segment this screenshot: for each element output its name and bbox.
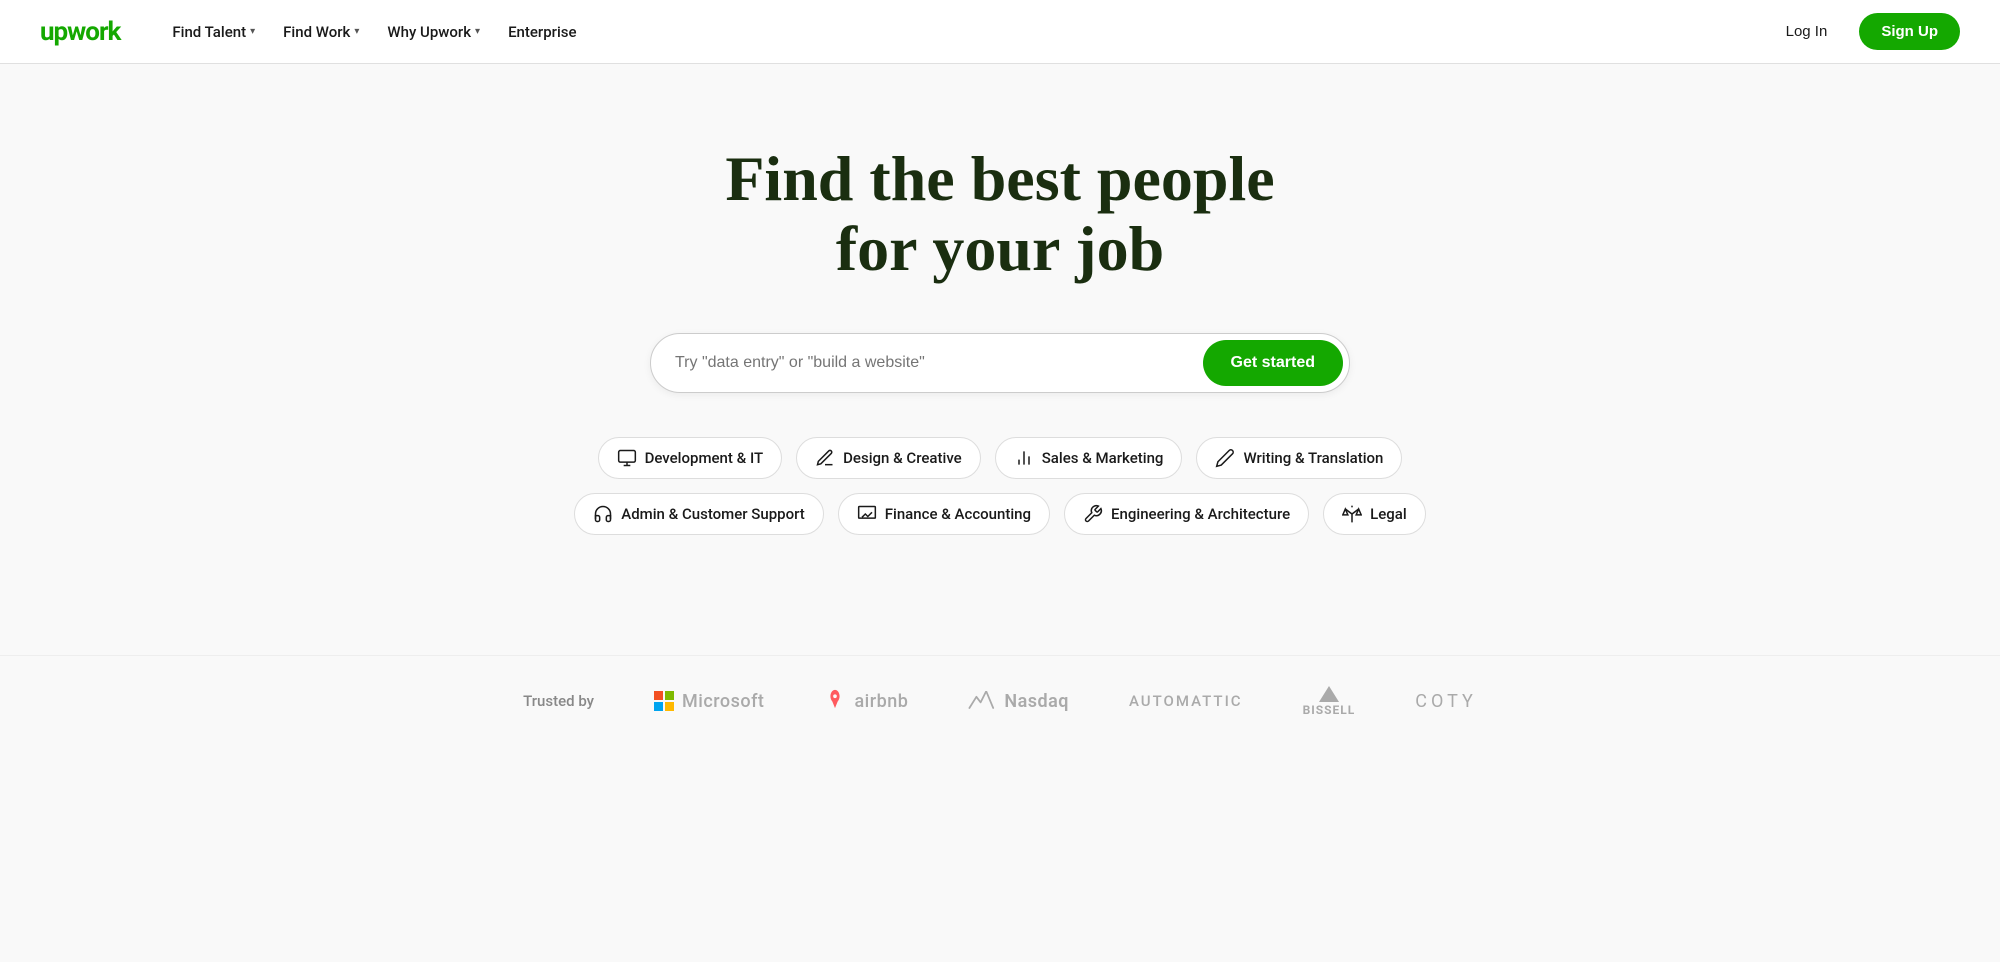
get-started-button[interactable]: Get started: [1203, 340, 1343, 386]
nasdaq-logo: Nasdaq: [968, 691, 1069, 712]
category-finance-accounting[interactable]: Finance & Accounting: [838, 493, 1050, 535]
trusted-section: Trusted by Microsoft airbnb: [0, 655, 2000, 747]
airbnb-logo: airbnb: [824, 688, 908, 715]
category-legal[interactable]: Legal: [1323, 493, 1426, 535]
nav-enterprise[interactable]: Enterprise: [496, 15, 588, 49]
microsoft-logo: Microsoft: [654, 691, 764, 712]
chevron-down-icon: ▾: [250, 26, 255, 37]
trending-icon: [857, 504, 877, 524]
chevron-down-icon: ▾: [354, 26, 359, 37]
category-row-1: Development & IT Design & Creative: [598, 437, 1403, 479]
microsoft-grid-icon: [654, 691, 674, 711]
category-admin-support[interactable]: Admin & Customer Support: [574, 493, 824, 535]
pen-icon: [1215, 448, 1235, 468]
scales-icon: [1342, 504, 1362, 524]
headset-icon: [593, 504, 613, 524]
chevron-down-icon: ▾: [475, 26, 480, 37]
nav-find-talent[interactable]: Find Talent ▾: [160, 15, 267, 49]
monitor-icon: [617, 448, 637, 468]
main-nav: Find Talent ▾ Find Work ▾ Why Upwork ▾ E…: [160, 15, 1769, 49]
category-design-creative[interactable]: Design & Creative: [796, 437, 981, 479]
trusted-label: Trusted by: [523, 692, 594, 710]
trusted-logos: Microsoft airbnb Nasdaq AUTO: [654, 686, 1477, 717]
category-writing-translation[interactable]: Writing & Translation: [1196, 437, 1402, 479]
chart-icon: [1014, 448, 1034, 468]
nav-find-work[interactable]: Find Work ▾: [271, 15, 371, 49]
coty-logo: COTY: [1415, 691, 1477, 712]
tools-icon: [1083, 504, 1103, 524]
design-icon: [815, 448, 835, 468]
bissell-logo: BISSELL: [1303, 686, 1356, 717]
nav-why-upwork[interactable]: Why Upwork ▾: [375, 15, 492, 49]
bissell-triangle-icon: [1319, 686, 1339, 702]
category-sales-marketing[interactable]: Sales & Marketing: [995, 437, 1183, 479]
hero-section: Find the best people for your job Get st…: [0, 64, 2000, 655]
nasdaq-icon: [968, 691, 996, 711]
search-input[interactable]: [675, 354, 1203, 372]
category-engineering-architecture[interactable]: Engineering & Architecture: [1064, 493, 1309, 535]
login-button[interactable]: Log In: [1770, 15, 1844, 48]
automattic-logo: AUTOMATTIC: [1129, 692, 1243, 710]
upwork-logo[interactable]: upwork: [40, 17, 120, 47]
search-bar: Get started: [650, 333, 1350, 393]
airbnb-icon: [824, 688, 846, 715]
category-pills: Development & IT Design & Creative: [574, 437, 1425, 535]
signup-button[interactable]: Sign Up: [1859, 13, 1960, 50]
category-row-2: Admin & Customer Support Finance & Accou…: [574, 493, 1425, 535]
category-development-it[interactable]: Development & IT: [598, 437, 783, 479]
hero-title: Find the best people for your job: [725, 144, 1274, 285]
logo-text: upwork: [40, 17, 120, 47]
header-actions: Log In Sign Up: [1770, 13, 1960, 50]
